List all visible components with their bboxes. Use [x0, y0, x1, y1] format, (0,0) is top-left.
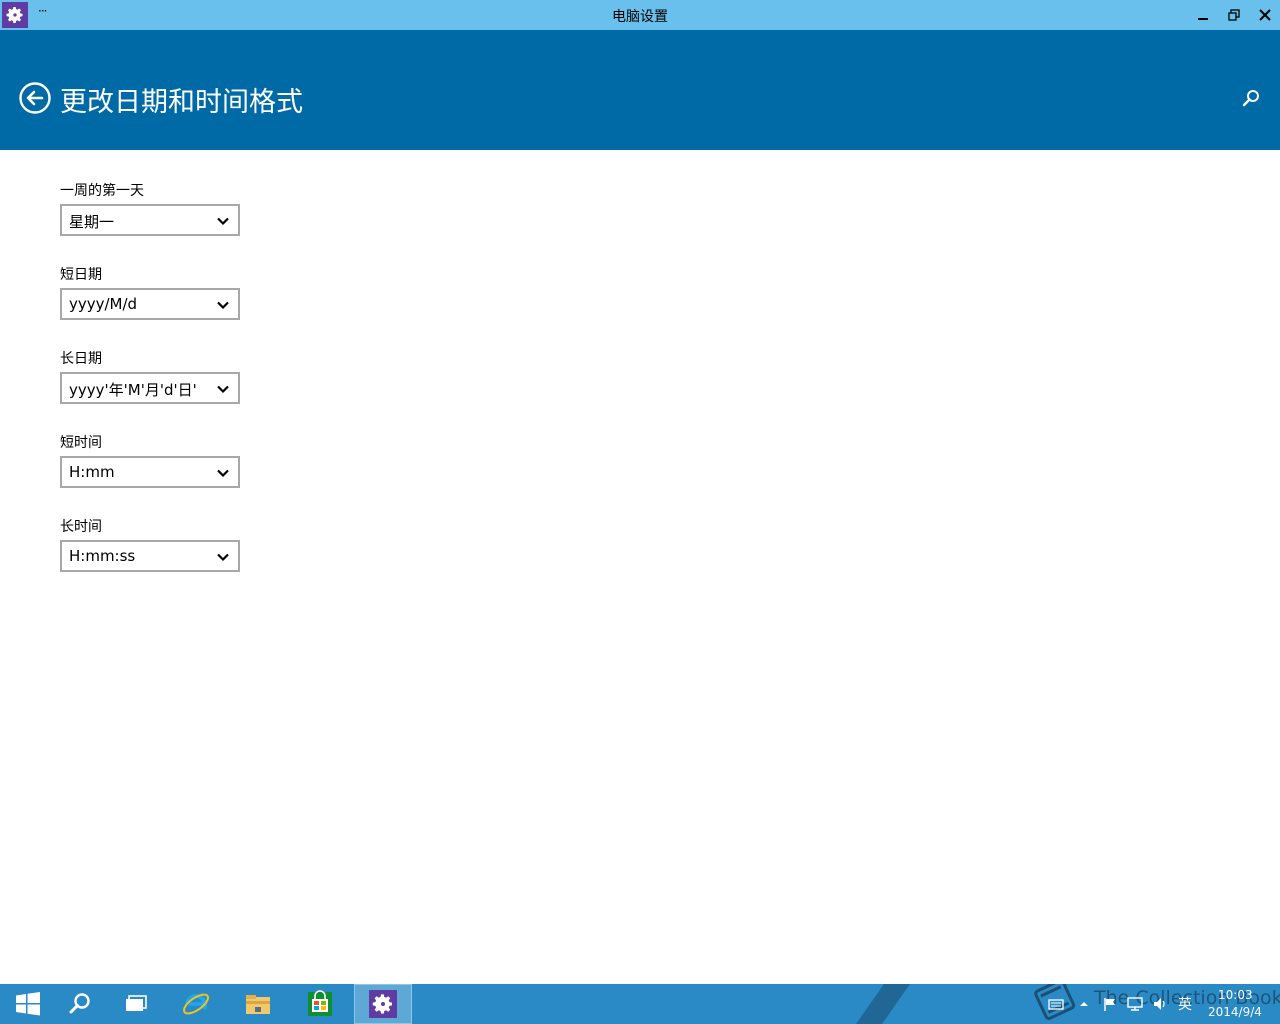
dropdown-value: H:mm: [69, 463, 115, 481]
dropdown-value: 星期一: [69, 213, 115, 231]
chevron-down-icon: [217, 553, 229, 562]
task-view-icon: [126, 995, 147, 1011]
dropdown-value: yyyy/M/d: [69, 295, 138, 313]
start-icon: [16, 992, 40, 1016]
page-header: 更改日期和时间格式: [0, 30, 1280, 150]
action-center-flag-icon[interactable]: [1102, 996, 1118, 1012]
input-method-indicator[interactable]: 英: [1178, 994, 1192, 1014]
show-hidden-icons-icon[interactable]: [1078, 996, 1090, 1012]
search-icon: [69, 993, 90, 1014]
network-icon[interactable]: [1126, 996, 1144, 1012]
clock-time[interactable]: 10:03: [1218, 988, 1253, 1002]
chevron-down-icon: [217, 385, 229, 394]
long-time-dropdown[interactable]: H:mm:ss: [60, 540, 240, 572]
back-button[interactable]: [18, 81, 52, 115]
minimize-icon: [1198, 18, 1208, 20]
start-button[interactable]: [0, 984, 56, 1024]
clock-date[interactable]: 2014/9/4: [1208, 1005, 1262, 1019]
task-view-button[interactable]: [108, 984, 164, 1024]
close-icon: [1259, 9, 1271, 21]
long-date-label: 长日期: [60, 351, 102, 367]
minimize-button[interactable]: [1188, 0, 1218, 30]
short-time-label: 短时间: [60, 435, 102, 451]
dropdown-value: yyyy'年'M'月'd'日': [69, 381, 197, 399]
volume-icon[interactable]: [1152, 996, 1168, 1012]
window-title: 电脑设置: [612, 9, 668, 25]
close-button[interactable]: [1250, 0, 1280, 30]
settings-icon: [369, 990, 397, 1018]
internet-explorer-icon: [183, 993, 209, 1015]
dropdown-value: H:mm:ss: [69, 547, 136, 565]
search-icon[interactable]: [1240, 88, 1262, 110]
short-date-dropdown[interactable]: yyyy/M/d: [60, 288, 240, 320]
file-explorer-icon: [246, 995, 270, 1014]
first-day-of-week-label: 一周的第一天: [60, 183, 144, 199]
taskbar: The Collection Book 英 10:03 2014/9/4: [0, 984, 1280, 1024]
settings-taskbar-button[interactable]: [354, 984, 412, 1024]
store-icon: [308, 990, 332, 1016]
first-day-of-week-dropdown[interactable]: 星期一: [60, 204, 240, 236]
chevron-down-icon: [217, 217, 229, 226]
long-time-label: 长时间: [60, 519, 102, 535]
chevron-down-icon: [217, 469, 229, 478]
chevron-down-icon: [217, 301, 229, 310]
keyboard-icon[interactable]: [1048, 996, 1064, 1012]
short-date-label: 短日期: [60, 267, 102, 283]
title-bar: ··· 电脑设置: [0, 0, 1280, 30]
decorative-stripe: [848, 984, 918, 1024]
taskbar-search-button[interactable]: [52, 984, 108, 1024]
restore-button[interactable]: [1219, 0, 1249, 30]
page-title: 更改日期和时间格式: [60, 87, 303, 118]
internet-explorer-button[interactable]: [168, 984, 224, 1024]
long-date-dropdown[interactable]: yyyy'年'M'月'd'日': [60, 372, 240, 404]
file-explorer-button[interactable]: [230, 984, 286, 1024]
restore-icon: [1228, 9, 1240, 21]
store-button[interactable]: [292, 984, 348, 1024]
short-time-dropdown[interactable]: H:mm: [60, 456, 240, 488]
